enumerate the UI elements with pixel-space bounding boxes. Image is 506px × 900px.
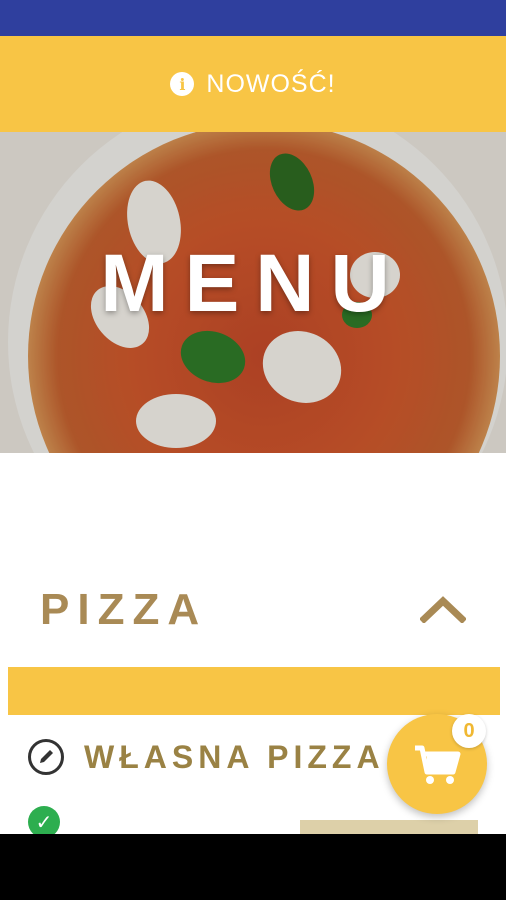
- category-divider: [8, 667, 500, 715]
- hero-image: MENU: [0, 132, 506, 453]
- news-banner[interactable]: i NOWOŚĆ!: [0, 36, 506, 132]
- section-header-pizza[interactable]: PIZZA: [0, 575, 506, 645]
- menu-title: MENU: [100, 238, 406, 329]
- status-bar: [0, 0, 506, 36]
- edit-icon: [28, 739, 64, 775]
- news-label: NOWOŚĆ!: [206, 69, 336, 98]
- system-nav-bar: [0, 834, 506, 900]
- cart-icon: [415, 745, 461, 784]
- chevron-up-icon[interactable]: [420, 593, 466, 623]
- add-button[interactable]: [300, 820, 478, 834]
- list-item[interactable]: WŁASNA PIZZA: [28, 735, 388, 779]
- info-icon: i: [170, 72, 195, 96]
- item-label: WŁASNA PIZZA: [84, 738, 385, 775]
- cart-count-badge: 0: [452, 714, 486, 748]
- section-title: PIZZA: [40, 585, 208, 634]
